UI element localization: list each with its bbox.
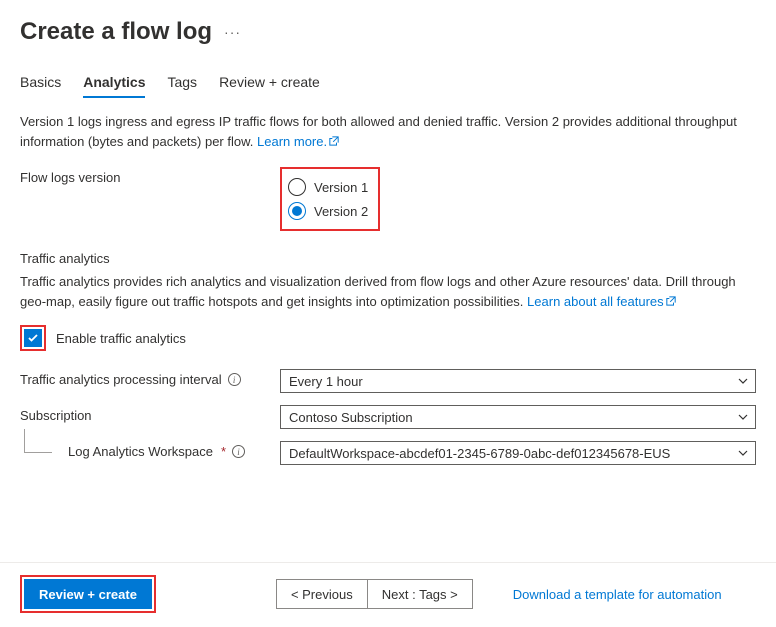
radio-version-2[interactable]: Version 2 — [288, 199, 368, 223]
tabs: Basics Analytics Tags Review + create — [0, 56, 776, 98]
enable-traffic-analytics-checkbox[interactable] — [24, 329, 42, 347]
tab-analytics[interactable]: Analytics — [83, 74, 145, 98]
subscription-select[interactable]: Contoso Subscription — [280, 405, 756, 429]
external-link-icon — [329, 136, 339, 146]
select-value: Contoso Subscription — [289, 410, 413, 425]
next-button[interactable]: Next : Tags > — [367, 579, 473, 609]
highlight-box: Review + create — [20, 575, 156, 613]
radio-label: Version 2 — [314, 204, 368, 219]
tree-indent-icon — [24, 429, 52, 453]
chevron-down-icon — [737, 375, 749, 387]
select-value: Every 1 hour — [289, 374, 363, 389]
interval-select[interactable]: Every 1 hour — [280, 369, 756, 393]
workspace-label: Log Analytics Workspace — [68, 444, 213, 459]
more-menu-icon[interactable]: ··· — [224, 24, 241, 40]
tab-basics[interactable]: Basics — [20, 74, 61, 98]
download-template-link[interactable]: Download a template for automation — [513, 587, 722, 602]
analytics-description: Traffic analytics provides rich analytic… — [20, 272, 756, 311]
tab-tags[interactable]: Tags — [167, 74, 197, 98]
page-title: Create a flow log — [20, 18, 212, 46]
info-icon[interactable]: i — [228, 373, 241, 386]
info-icon[interactable]: i — [232, 445, 245, 458]
radio-icon — [288, 178, 306, 196]
required-indicator: * — [221, 444, 226, 459]
subscription-label: Subscription — [20, 408, 92, 423]
learn-more-link[interactable]: Learn more. — [257, 134, 339, 149]
chevron-down-icon — [737, 447, 749, 459]
radio-label: Version 1 — [314, 180, 368, 195]
chevron-down-icon — [737, 411, 749, 423]
radio-icon — [288, 202, 306, 220]
radio-version-1[interactable]: Version 1 — [288, 175, 368, 199]
learn-features-link[interactable]: Learn about all features — [527, 294, 676, 309]
version-description: Version 1 logs ingress and egress IP tra… — [20, 112, 756, 151]
flow-version-label: Flow logs version — [20, 167, 280, 185]
external-link-icon — [666, 296, 676, 306]
traffic-analytics-heading: Traffic analytics — [20, 251, 756, 266]
enable-traffic-analytics-label: Enable traffic analytics — [56, 331, 186, 346]
workspace-select[interactable]: DefaultWorkspace-abcdef01-2345-6789-0abc… — [280, 441, 756, 465]
version-description-text: Version 1 logs ingress and egress IP tra… — [20, 114, 737, 149]
interval-label: Traffic analytics processing interval — [20, 372, 222, 387]
tab-review-create[interactable]: Review + create — [219, 74, 320, 98]
review-create-button[interactable]: Review + create — [24, 579, 152, 609]
previous-button[interactable]: < Previous — [276, 579, 367, 609]
divider — [0, 562, 776, 563]
flow-version-radio-group: Version 1 Version 2 — [280, 167, 380, 231]
select-value: DefaultWorkspace-abcdef01-2345-6789-0abc… — [289, 446, 670, 461]
highlight-box — [20, 325, 46, 351]
